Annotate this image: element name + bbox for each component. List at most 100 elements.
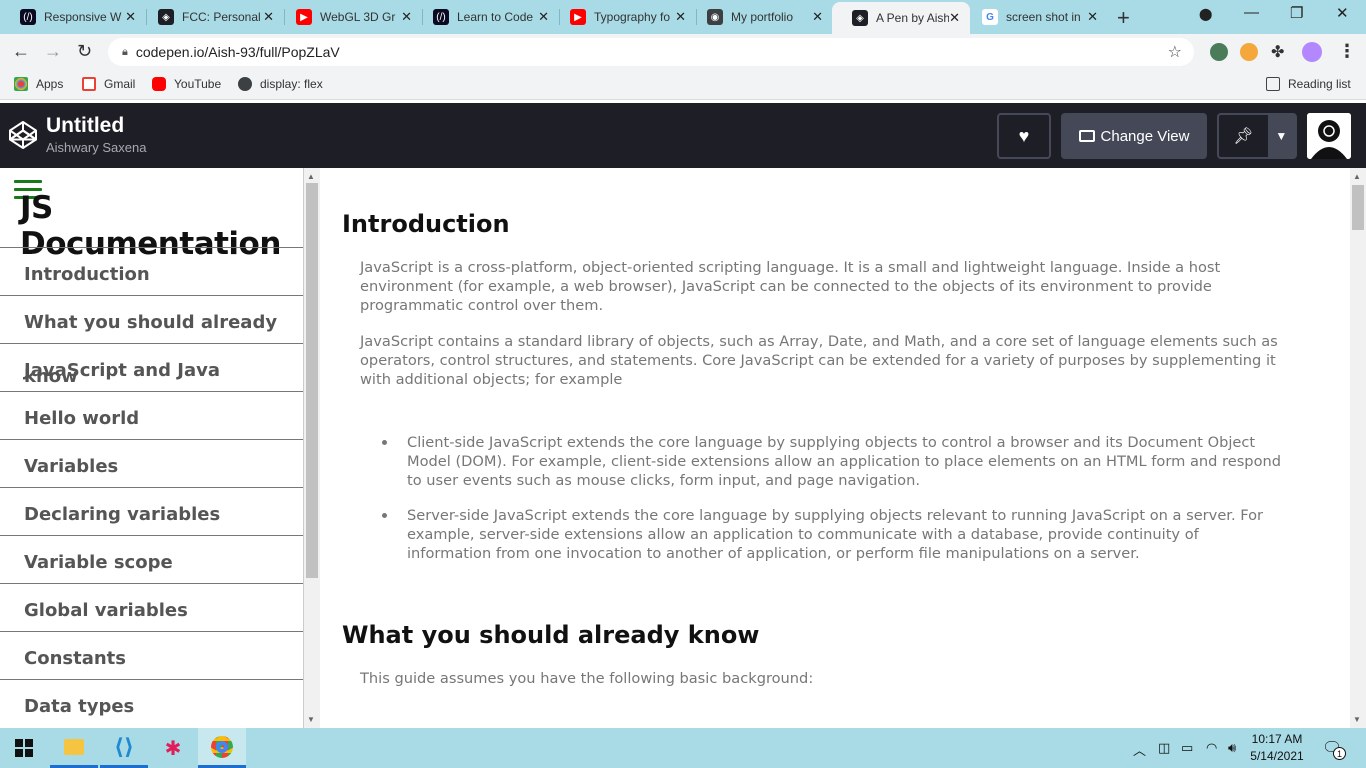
codepen-icon: ◈ xyxy=(158,9,174,25)
lock-icon: 🔒︎ xyxy=(122,45,128,58)
browser-tab[interactable]: (/) Responsive W ✕ xyxy=(0,4,146,30)
youtube-icon: ▶ xyxy=(296,9,312,25)
close-icon[interactable]: ✕ xyxy=(812,9,823,25)
close-icon[interactable]: ✕ xyxy=(949,10,960,26)
nav-link-variables[interactable]: Variables xyxy=(0,439,303,487)
google-icon: G xyxy=(982,9,998,25)
start-button[interactable] xyxy=(0,728,48,768)
nav-link-declaring-variables[interactable]: Declaring variables xyxy=(0,487,303,535)
close-icon[interactable]: ✕ xyxy=(125,9,136,25)
navbar-scrollbar[interactable]: ▲ ▼ xyxy=(304,168,320,728)
tab-title: WebGL 3D Gr xyxy=(320,10,396,24)
nav-link-javascript-and-java[interactable]: JavaScript and Java xyxy=(0,343,303,391)
taskbar-chrome[interactable] xyxy=(198,728,246,768)
section-heading: What you should already know xyxy=(342,621,760,649)
browser-tab[interactable]: G screen shot in ✕ xyxy=(962,4,1108,30)
freecodecamp-icon: (/) xyxy=(433,9,449,25)
nav-link-what-you-should-already-know[interactable]: What you should already know xyxy=(0,295,303,387)
tab-title: Learn to Code xyxy=(457,10,534,24)
close-icon[interactable]: ✕ xyxy=(401,9,412,25)
browser-tab[interactable]: ◈ FCC: Personal ✕ xyxy=(138,4,284,30)
scrollbar-thumb[interactable] xyxy=(1352,185,1364,230)
battery-icon[interactable]: ▭ xyxy=(1181,740,1193,756)
restore-icon[interactable]: ❐ xyxy=(1290,4,1303,22)
bookmark-youtube[interactable]: YouTube xyxy=(152,77,221,91)
nav-link-data-types[interactable]: Data types xyxy=(0,679,303,727)
browser-tab[interactable]: ◉ My portfolio ✕ xyxy=(687,4,833,30)
close-icon[interactable]: ✕ xyxy=(263,9,274,25)
extension-icon[interactable] xyxy=(1210,43,1228,61)
pin-dropdown-button[interactable]: ▼ xyxy=(1267,115,1295,157)
wifi-icon[interactable]: ◠ xyxy=(1206,740,1217,756)
list-item: Server-side JavaScript extends the core … xyxy=(382,506,1287,563)
nav-link-hello-world[interactable]: Hello world xyxy=(0,391,303,439)
view-icon xyxy=(1078,130,1095,142)
forward-icon[interactable]: → xyxy=(44,41,62,62)
bookmark-apps[interactable]: Apps xyxy=(14,77,63,91)
chrome-icon xyxy=(211,735,233,758)
tray-chevron-up-icon[interactable]: ︿ xyxy=(1133,740,1146,759)
codepen-header: Untitled Aishwary Saxena ♥ Change View 📌… xyxy=(0,103,1366,168)
close-icon[interactable]: ✕ xyxy=(1087,9,1098,25)
notifications-button[interactable]: 🗨︎ 1 xyxy=(1322,738,1346,760)
reload-icon[interactable]: ↻ xyxy=(77,41,92,62)
browser-tab[interactable]: (/) Learn to Code ✕ xyxy=(413,4,559,30)
heart-button[interactable]: ♥ xyxy=(997,113,1051,159)
close-window-icon[interactable]: ✕ xyxy=(1336,4,1349,22)
system-clock[interactable]: 10:17 AM 5/14/2021 xyxy=(1248,731,1306,765)
avatar-icon xyxy=(1307,113,1351,159)
bookmark-display-flex[interactable]: display: flex xyxy=(238,77,323,91)
taskbar-slack[interactable]: ✱ xyxy=(149,728,197,768)
new-tab-icon[interactable]: + xyxy=(1117,5,1130,31)
minimize-icon[interactable]: — xyxy=(1244,4,1259,21)
scroll-down-arrow-icon[interactable]: ▼ xyxy=(1353,715,1361,724)
change-view-button[interactable]: Change View xyxy=(1061,113,1207,159)
profile-avatar-icon[interactable] xyxy=(1302,42,1322,62)
vscode-icon: ⟨⟩ xyxy=(113,733,135,759)
documentation-navbar: JS Documentation Introduction What you s… xyxy=(0,168,304,728)
volume-icon[interactable]: 🔊︎ xyxy=(1228,740,1236,756)
nav-link-global-variables[interactable]: Global variables xyxy=(0,583,303,631)
bookmark-gmail[interactable]: Gmail xyxy=(82,77,135,91)
scrollbar-thumb[interactable] xyxy=(306,183,318,578)
scroll-up-arrow-icon[interactable]: ▲ xyxy=(307,172,315,181)
nav-link-variable-scope[interactable]: Variable scope xyxy=(0,535,303,583)
scroll-down-arrow-icon[interactable]: ▼ xyxy=(307,715,315,724)
globe-icon xyxy=(238,77,252,91)
codepen-logo-icon[interactable] xyxy=(8,120,38,150)
browser-tab-active[interactable]: ◈ A Pen by Aish ✕ xyxy=(832,2,970,34)
browser-tab[interactable]: ▶ Typography fo ✕ xyxy=(550,4,696,30)
browser-tab[interactable]: ▶ WebGL 3D Gr ✕ xyxy=(276,4,422,30)
puzzle-icon[interactable]: ✤ xyxy=(1271,42,1284,62)
scroll-up-arrow-icon[interactable]: ▲ xyxy=(1353,172,1361,181)
meet-now-icon[interactable]: ◫ xyxy=(1158,740,1170,756)
notification-count-badge: 1 xyxy=(1333,747,1346,760)
extension-icon[interactable] xyxy=(1240,43,1258,61)
tab-search-icon[interactable]: ⬤ xyxy=(1199,7,1212,21)
bookmarks-bar: Apps Gmail YouTube display: flex Reading… xyxy=(0,70,1366,100)
pen-author[interactable]: Aishwary Saxena xyxy=(46,140,146,155)
bookmark-star-icon[interactable]: ☆ xyxy=(1168,42,1182,62)
tab-title: screen shot in xyxy=(1006,10,1081,24)
address-bar[interactable]: 🔒︎ codepen.io/Aish-93/full/PopZLaV ☆ xyxy=(108,38,1194,66)
codepen-icon: ◈ xyxy=(852,10,868,26)
taskbar-file-explorer[interactable] xyxy=(50,728,98,768)
taskbar-vscode[interactable]: ⟨⟩ xyxy=(100,728,148,768)
windows-logo-icon xyxy=(15,739,33,757)
back-icon[interactable]: ← xyxy=(12,41,30,62)
pin-button[interactable]: 📌︎ xyxy=(1219,115,1268,157)
list-item: Client-side JavaScript extends the core … xyxy=(382,433,1287,490)
tab-title: Typography fo xyxy=(594,10,671,24)
user-avatar[interactable] xyxy=(1307,113,1351,159)
slack-icon: ✱ xyxy=(164,737,182,760)
close-icon[interactable]: ✕ xyxy=(538,9,549,25)
pen-title[interactable]: Untitled xyxy=(46,114,124,138)
nav-link-list: Introduction What you should already kno… xyxy=(0,247,303,727)
reading-list[interactable]: Reading list xyxy=(1266,77,1351,91)
nav-link-introduction[interactable]: Introduction xyxy=(0,247,303,295)
close-icon[interactable]: ✕ xyxy=(675,9,686,25)
nav-link-constants[interactable]: Constants xyxy=(0,631,303,679)
paragraph: This guide assumes you have the followin… xyxy=(360,670,814,687)
page-scrollbar[interactable]: ▲ ▼ xyxy=(1350,168,1366,728)
kebab-menu-icon[interactable]: ⋮ xyxy=(1338,41,1356,62)
